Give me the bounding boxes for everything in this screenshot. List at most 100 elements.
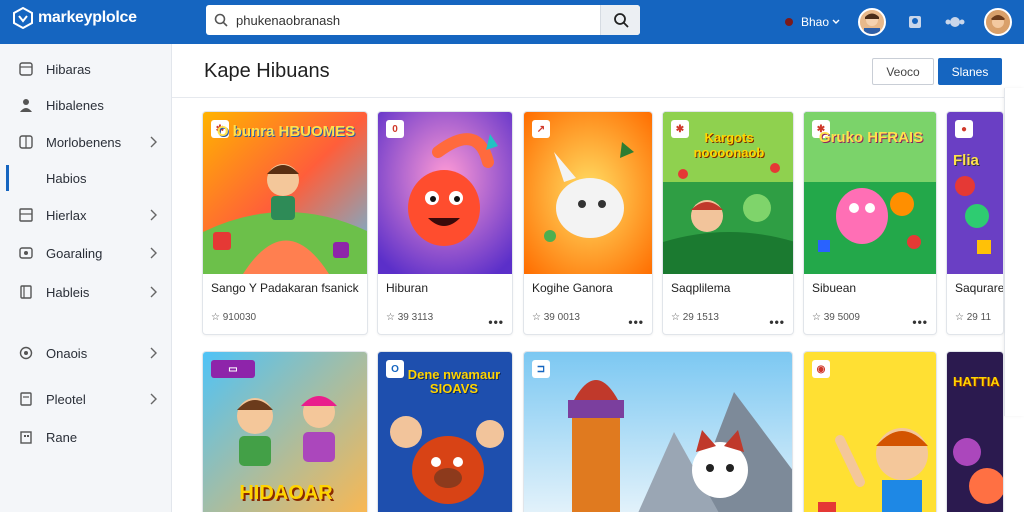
game-thumbnail[interactable]: 0: [378, 112, 512, 274]
top-navigation-bar: markeyplolce Bhao: [0, 0, 1024, 44]
more-options-button[interactable]: •••: [488, 315, 504, 329]
user-menu[interactable]: Bhao: [801, 15, 840, 29]
card-meta: ☆ 39 0013: [532, 312, 580, 323]
game-card[interactable]: HATTIA: [946, 351, 1004, 512]
topbar-actions: Bhao: [784, 4, 1012, 40]
secondary-button[interactable]: Veoco: [872, 58, 934, 85]
game-thumbnail[interactable]: ✱ Kargots noooonaob: [663, 112, 793, 274]
sidebar-item-hableis[interactable]: Hableis: [0, 277, 172, 307]
sidebar-item-pleotel[interactable]: Pleotel: [0, 384, 172, 414]
sidebar-item-label: Rane: [46, 429, 78, 445]
game-card[interactable]: ⊐: [523, 351, 793, 512]
game-thumbnail[interactable]: HATTIA: [947, 352, 1003, 512]
sidebar-item-hibaras[interactable]: Hibaras: [0, 54, 172, 84]
game-card[interactable]: ✱ Kargots noooonaob Saqplilema ☆ 29 1513…: [662, 111, 794, 335]
search-button[interactable]: [600, 5, 640, 35]
sidebar-item-label: Hableis: [46, 284, 90, 300]
card-meta: ☆ 39 5009: [812, 312, 860, 323]
app-name: markeyplolce: [38, 9, 137, 26]
grid-icon: [18, 134, 34, 150]
sidebar-item-label: Goaraling: [46, 245, 103, 261]
gamepad-icon: [18, 245, 34, 261]
game-thumbnail[interactable]: ✱ Gruko HFRAIS: [804, 112, 936, 274]
layers-icon: [18, 61, 34, 77]
sidebar-item-rane[interactable]: Rane: [0, 422, 172, 452]
game-thumbnail[interactable]: ▭ HIDAOAR: [203, 352, 367, 512]
game-card[interactable]: ✱ O bunra HBUOMES Sango Y Padakaran fsan…: [202, 111, 368, 335]
side-panel: [1004, 88, 1024, 416]
header-divider: [172, 97, 1024, 98]
sidebar-item-hierlax[interactable]: Hierlax: [0, 200, 172, 230]
game-card[interactable]: O Dene nwamaur SIOAVS: [377, 351, 513, 512]
card-headline: O bunra HBUOMES: [216, 123, 356, 140]
game-card[interactable]: ▭ HIDAOAR: [202, 351, 368, 512]
card-meta: ☆ 39 3113: [386, 312, 434, 323]
game-thumbnail[interactable]: ◉: [804, 352, 936, 512]
more-options-button[interactable]: •••: [628, 315, 644, 329]
card-badge: ↗: [532, 120, 550, 138]
card-title: Kogihe Ganora: [532, 281, 613, 295]
sidebar-item-label: Morlobenens: [46, 134, 122, 150]
card-meta: ☆ 910030: [211, 312, 257, 323]
card-headline: Kargots noooonaob: [693, 130, 765, 160]
app-logo[interactable]: markeyplolce: [12, 7, 137, 29]
game-card[interactable]: 0 Hiburan ☆ 39 3113 •••: [377, 111, 513, 335]
avatar[interactable]: [858, 8, 886, 36]
card-headline: HIDAOAR: [239, 482, 333, 504]
sidebar-item-goaraling[interactable]: Goaraling: [0, 238, 172, 268]
game-card[interactable]: ◉: [803, 351, 937, 512]
list-icon: [18, 170, 34, 186]
game-card[interactable]: ✱ Gruko HFRAIS Sibuean ☆ 39 5009 •••: [803, 111, 937, 335]
game-card[interactable]: ● Flia Saqurare ☆ 29 11: [946, 111, 1004, 335]
game-thumbnail[interactable]: ⊐: [524, 352, 792, 512]
chevron-down-icon: [832, 19, 840, 24]
card-meta: ☆ 29 1513: [671, 312, 719, 323]
sidebar-item-label: Onaois: [46, 345, 88, 361]
table-icon: [18, 207, 34, 223]
game-thumbnail[interactable]: ● Flia: [947, 112, 1003, 274]
game-thumbnail[interactable]: ✱ O bunra HBUOMES: [203, 112, 367, 274]
more-options-button[interactable]: •••: [769, 315, 785, 329]
sidebar-item-hibalenes[interactable]: Hibalenes: [0, 90, 172, 120]
avatar[interactable]: [984, 8, 1012, 36]
chevron-right-icon: [150, 393, 157, 405]
card-title: Saqplilema: [671, 281, 731, 295]
primary-button[interactable]: Slanes: [938, 58, 1002, 85]
book-icon: [18, 284, 34, 300]
card-headline: HATTIA: [953, 374, 1000, 389]
network-icon[interactable]: [944, 11, 966, 33]
badge-icon[interactable]: [904, 11, 926, 33]
settings-icon: [18, 345, 34, 361]
more-options-button[interactable]: •••: [912, 315, 928, 329]
sidebar-item-morlobenens[interactable]: Morlobenens: [0, 127, 172, 157]
sidebar-item-onaois[interactable]: Onaois: [0, 338, 172, 368]
game-card[interactable]: ↗ Kogihe Ganora ☆ 39 0013 •••: [523, 111, 653, 335]
search-input[interactable]: [236, 6, 600, 34]
chevron-right-icon: [150, 347, 157, 359]
sidebar: Hibaras Hibalenes Morlobenens Habios Hie…: [0, 44, 172, 512]
game-thumbnail[interactable]: O Dene nwamaur SIOAVS: [378, 352, 512, 512]
card-badge: 0: [386, 120, 404, 138]
notification-dot[interactable]: [784, 18, 793, 26]
card-title: Sango Y Padakaran fsanick: [211, 281, 359, 295]
chevron-right-icon: [150, 247, 157, 259]
page-title: Kape Hibuans: [204, 60, 330, 82]
sidebar-item-label: Hierlax: [46, 207, 87, 223]
user-menu-label: Bhao: [800, 15, 829, 29]
building-icon: [18, 429, 34, 445]
card-headline: Gruko HFRAIS: [818, 129, 924, 146]
card-title: Saqurare: [955, 281, 1004, 295]
card-badge: ◉: [812, 360, 830, 378]
card-badge: ●: [955, 120, 973, 138]
sidebar-item-label: Pleotel: [46, 391, 86, 407]
chevron-right-icon: [150, 209, 157, 221]
sidebar-item-habios[interactable]: Habios: [0, 163, 172, 193]
chevron-right-icon: [150, 286, 157, 298]
card-meta: ☆ 29 11: [955, 312, 992, 323]
search-icon: [206, 5, 236, 35]
card-badge: ⊐: [532, 360, 550, 378]
search-icon: [613, 13, 629, 28]
card-headline: Flia: [953, 152, 979, 169]
game-thumbnail[interactable]: ↗: [524, 112, 652, 274]
card-headline: Dene nwamaur SIOAVS: [407, 367, 501, 396]
